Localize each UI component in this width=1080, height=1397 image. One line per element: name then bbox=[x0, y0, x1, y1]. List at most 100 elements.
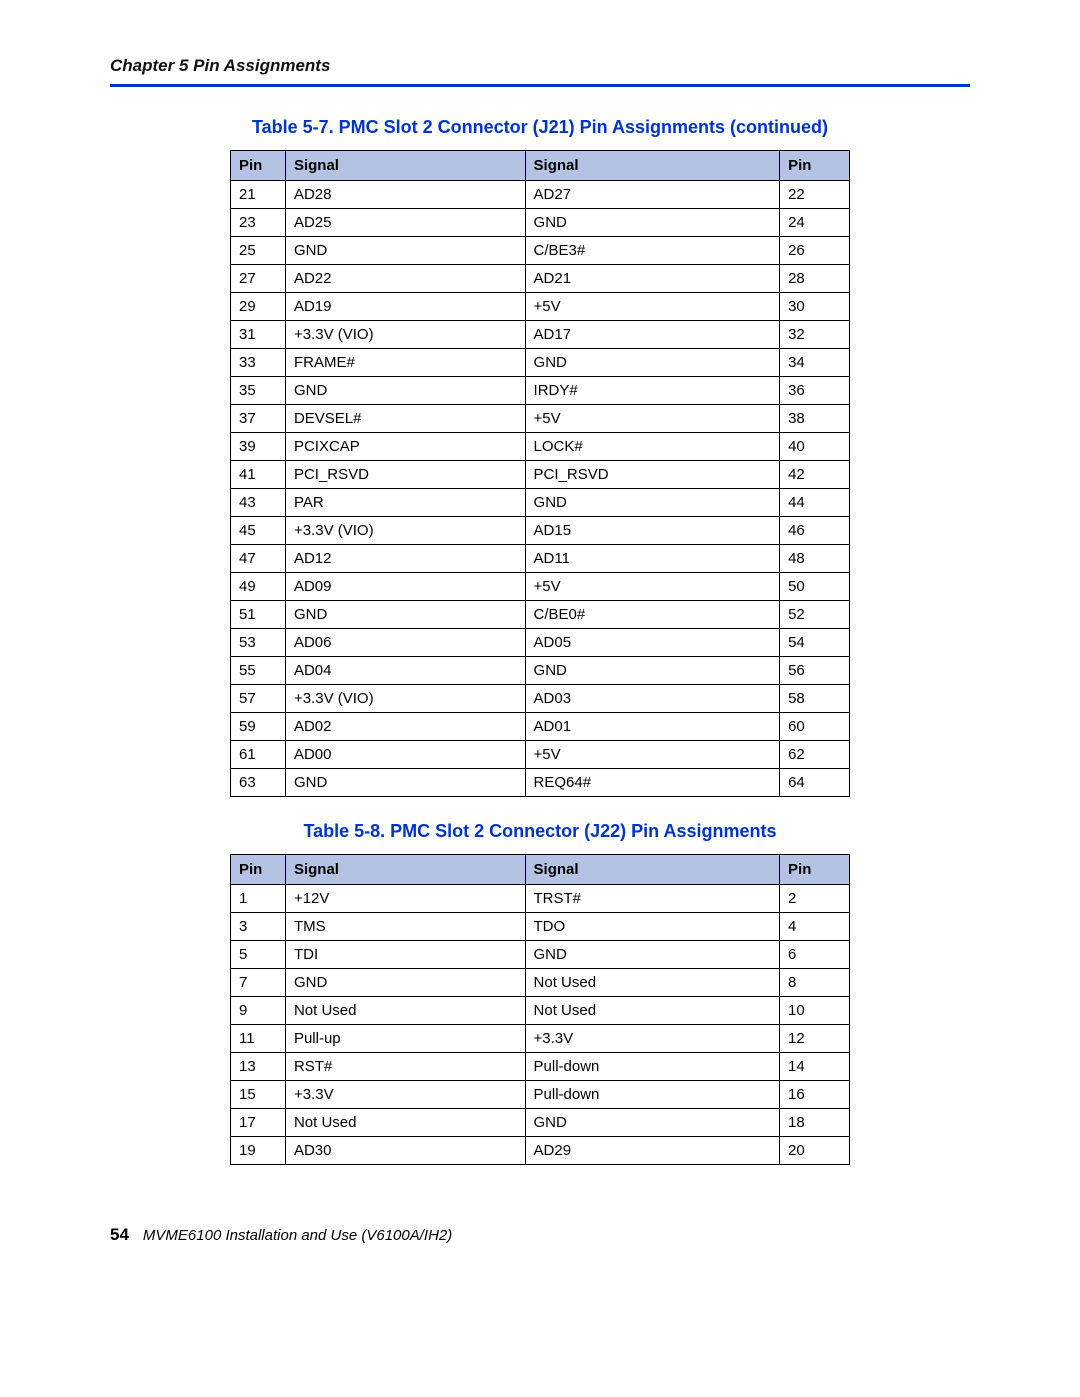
table-row: 3TMSTDO4 bbox=[231, 913, 850, 941]
table-cell: 21 bbox=[231, 181, 286, 209]
table-cell: 48 bbox=[780, 545, 850, 573]
table-row: 11Pull-up+3.3V12 bbox=[231, 1025, 850, 1053]
table-row: 61AD00+5V62 bbox=[231, 741, 850, 769]
table-cell: 1 bbox=[231, 885, 286, 913]
table-cell: 42 bbox=[780, 461, 850, 489]
table-row: 57+3.3V (VIO)AD0358 bbox=[231, 685, 850, 713]
table-row: 7GNDNot Used8 bbox=[231, 969, 850, 997]
table-cell: Not Used bbox=[285, 1109, 525, 1137]
table-cell: 59 bbox=[231, 713, 286, 741]
table-cell: AD21 bbox=[525, 265, 780, 293]
table-cell: AD29 bbox=[525, 1137, 780, 1165]
table-cell: Pull-down bbox=[525, 1081, 780, 1109]
table-cell: +5V bbox=[525, 293, 780, 321]
table-cell: AD15 bbox=[525, 517, 780, 545]
table-cell: 2 bbox=[780, 885, 850, 913]
table-cell: GND bbox=[525, 209, 780, 237]
table-cell: AD17 bbox=[525, 321, 780, 349]
table-cell: AD04 bbox=[285, 657, 525, 685]
table-row: 19AD30AD2920 bbox=[231, 1137, 850, 1165]
table-cell: 10 bbox=[780, 997, 850, 1025]
table-row: 23AD25GND24 bbox=[231, 209, 850, 237]
table-row: 37DEVSEL#+5V38 bbox=[231, 405, 850, 433]
table-5-7: Pin Signal Signal Pin 21AD28AD272223AD25… bbox=[230, 150, 850, 797]
table-row: 29AD19+5V30 bbox=[231, 293, 850, 321]
table-cell: 3 bbox=[231, 913, 286, 941]
table-row: 39PCIXCAPLOCK#40 bbox=[231, 433, 850, 461]
table-cell: 41 bbox=[231, 461, 286, 489]
table-cell: +3.3V (VIO) bbox=[285, 685, 525, 713]
table-cell: GND bbox=[525, 941, 780, 969]
table-cell: 56 bbox=[780, 657, 850, 685]
table-cell: 23 bbox=[231, 209, 286, 237]
table-cell: AD30 bbox=[285, 1137, 525, 1165]
col-signal-right: Signal bbox=[525, 151, 780, 181]
table-row: 25GNDC/BE3#26 bbox=[231, 237, 850, 265]
col-pin-right: Pin bbox=[780, 151, 850, 181]
table-row: 17Not UsedGND18 bbox=[231, 1109, 850, 1137]
table-cell: 5 bbox=[231, 941, 286, 969]
table-cell: +3.3V (VIO) bbox=[285, 321, 525, 349]
table-cell: 16 bbox=[780, 1081, 850, 1109]
table-row: 21AD28AD2722 bbox=[231, 181, 850, 209]
table-cell: 37 bbox=[231, 405, 286, 433]
table-row: 49AD09+5V50 bbox=[231, 573, 850, 601]
table-row: 47AD12AD1148 bbox=[231, 545, 850, 573]
table-cell: 36 bbox=[780, 377, 850, 405]
table-cell: AD09 bbox=[285, 573, 525, 601]
table-cell: IRDY# bbox=[525, 377, 780, 405]
table-cell: 29 bbox=[231, 293, 286, 321]
table-cell: 49 bbox=[231, 573, 286, 601]
table-cell: 57 bbox=[231, 685, 286, 713]
table-cell: AD19 bbox=[285, 293, 525, 321]
table-cell: GND bbox=[285, 969, 525, 997]
table-cell: 43 bbox=[231, 489, 286, 517]
table-cell: GND bbox=[285, 377, 525, 405]
table-cell: AD25 bbox=[285, 209, 525, 237]
col-pin-left: Pin bbox=[231, 151, 286, 181]
table-row: 43PARGND44 bbox=[231, 489, 850, 517]
table-row: 41PCI_RSVDPCI_RSVD42 bbox=[231, 461, 850, 489]
table-cell: AD00 bbox=[285, 741, 525, 769]
table-cell: +5V bbox=[525, 405, 780, 433]
book-title: MVME6100 Installation and Use (V6100A/IH… bbox=[143, 1227, 452, 1244]
table-5-7-title: Table 5-7. PMC Slot 2 Connector (J21) Pi… bbox=[110, 117, 970, 138]
table-cell: Not Used bbox=[525, 997, 780, 1025]
table-cell: LOCK# bbox=[525, 433, 780, 461]
table-cell: 6 bbox=[780, 941, 850, 969]
table-cell: TMS bbox=[285, 913, 525, 941]
table-row: 27AD22AD2128 bbox=[231, 265, 850, 293]
table-cell: AD22 bbox=[285, 265, 525, 293]
table-row: 55AD04GND56 bbox=[231, 657, 850, 685]
table-cell: 31 bbox=[231, 321, 286, 349]
table-5-8: Pin Signal Signal Pin 1+12VTRST#23TMSTDO… bbox=[230, 854, 850, 1165]
table-5-8-title: Table 5-8. PMC Slot 2 Connector (J22) Pi… bbox=[110, 821, 970, 842]
table-cell: 51 bbox=[231, 601, 286, 629]
table-cell: 17 bbox=[231, 1109, 286, 1137]
table-cell: 19 bbox=[231, 1137, 286, 1165]
table-cell: AD12 bbox=[285, 545, 525, 573]
table-row: 63GNDREQ64#64 bbox=[231, 769, 850, 797]
table-cell: PCI_RSVD bbox=[285, 461, 525, 489]
table-row: 15+3.3VPull-down16 bbox=[231, 1081, 850, 1109]
col-pin-right: Pin bbox=[780, 855, 850, 885]
table-cell: 63 bbox=[231, 769, 286, 797]
table-cell: 11 bbox=[231, 1025, 286, 1053]
table-cell: 38 bbox=[780, 405, 850, 433]
table-cell: +3.3V (VIO) bbox=[285, 517, 525, 545]
table-cell: REQ64# bbox=[525, 769, 780, 797]
table-row: 9Not UsedNot Used10 bbox=[231, 997, 850, 1025]
page-footer: 54 MVME6100 Installation and Use (V6100A… bbox=[110, 1215, 970, 1245]
table-cell: GND bbox=[525, 489, 780, 517]
table-cell: Not Used bbox=[285, 997, 525, 1025]
table-cell: +5V bbox=[525, 741, 780, 769]
table-cell: AD27 bbox=[525, 181, 780, 209]
table-cell: 15 bbox=[231, 1081, 286, 1109]
table-cell: +3.3V bbox=[285, 1081, 525, 1109]
table-cell: 50 bbox=[780, 573, 850, 601]
table-cell: 20 bbox=[780, 1137, 850, 1165]
table-cell: 44 bbox=[780, 489, 850, 517]
table-cell: TRST# bbox=[525, 885, 780, 913]
table-cell: 33 bbox=[231, 349, 286, 377]
col-signal-left: Signal bbox=[285, 855, 525, 885]
